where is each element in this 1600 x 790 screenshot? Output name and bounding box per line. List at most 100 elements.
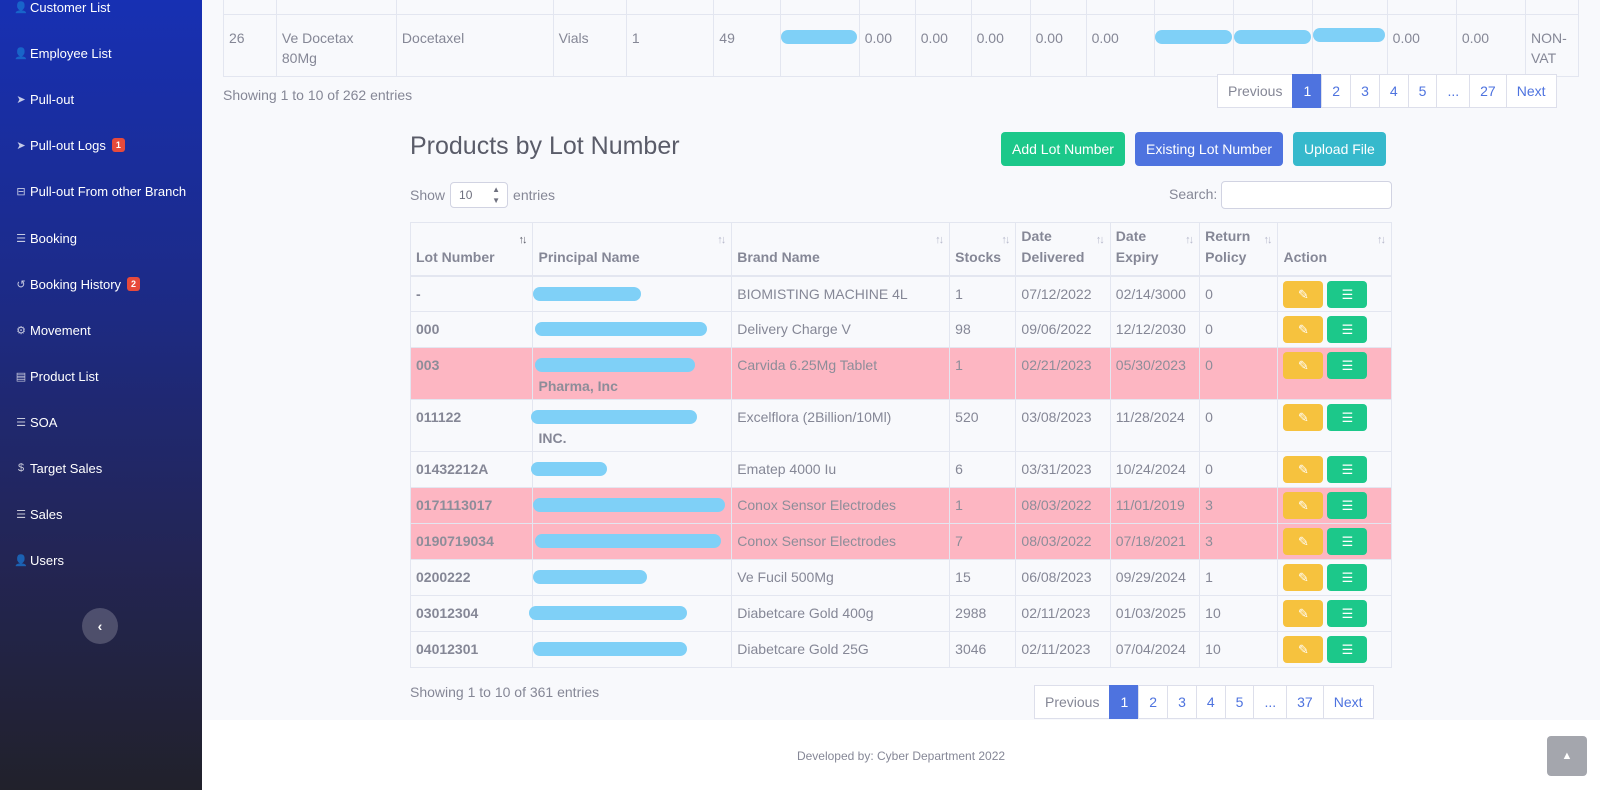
return-policy: 0 (1199, 451, 1279, 488)
scroll-to-top-button[interactable]: ▲ (1547, 736, 1587, 776)
pagination-page[interactable]: ... (1253, 685, 1288, 719)
column-header-brand-name[interactable]: Brand Name ↑↓ (731, 222, 951, 277)
sidebar-item-product-list[interactable]: ▤ Product List (14, 366, 99, 386)
sidebar-item-pull-out-logs[interactable]: ➤ Pull-out Logs 1 (14, 135, 125, 155)
products-table: 26 Ve Docetax 80Mg Docetaxel Vials 1 49 … (223, 0, 1579, 77)
pagination-page[interactable]: 2 (1321, 74, 1352, 108)
amount-cell: 0.00 (914, 14, 972, 77)
generic-name: Docetaxel (395, 14, 554, 77)
redaction-mark (781, 30, 858, 45)
edit-button[interactable]: ✎ (1283, 456, 1324, 483)
redaction-mark (535, 358, 696, 373)
user-icon: 👤 (14, 1, 28, 14)
footer: Developed by: Cyber Department 2022 (202, 720, 1600, 790)
amount-cell: 0.00 (1455, 14, 1527, 77)
details-button[interactable]: ☰ (1327, 492, 1368, 519)
sidebar-item-target-sales[interactable]: $ Target Sales (14, 458, 102, 478)
pagination-page[interactable]: 2 (1138, 685, 1169, 719)
sidebar-item-pull-out-from-other-branch[interactable]: ⊟ Pull-out From other Branch (14, 181, 186, 201)
row-actions: ✎ ☰ (1277, 275, 1392, 312)
sidebar-item-label: Pull-out Logs (30, 137, 106, 153)
edit-button[interactable]: ✎ (1283, 636, 1324, 663)
edit-icon: ✎ (1298, 358, 1309, 373)
column-header-return-policy[interactable]: Return Policy ↑↓ (1199, 222, 1279, 277)
pagination-next[interactable]: Next (1322, 685, 1374, 719)
sidebar-item-sales[interactable]: ☰ Sales (14, 504, 62, 524)
pagination-page[interactable]: 4 (1195, 685, 1226, 719)
edit-button[interactable]: ✎ (1283, 492, 1324, 519)
details-button[interactable]: ☰ (1327, 564, 1368, 591)
details-button[interactable]: ☰ (1327, 316, 1368, 343)
upload-file-button[interactable]: Upload File (1293, 132, 1386, 166)
row-number: 26 (223, 14, 277, 77)
details-button[interactable]: ☰ (1327, 280, 1368, 308)
sidebar-item-label: Booking History (30, 276, 122, 292)
edit-button[interactable]: ✎ (1283, 404, 1324, 431)
table-row: 03012304 Diabetcare Gold 400g 2988 02/11/20… (409, 595, 1392, 632)
lot-number: 003 (409, 347, 534, 400)
page-length-select[interactable]: 10 ▲ ▼ (450, 182, 509, 208)
row-actions: ✎ ☰ (1277, 399, 1392, 452)
column-header-lot-number[interactable]: Lot Number ↑↓ (409, 222, 534, 277)
sidebar-item-soa[interactable]: ☰ SOA (14, 412, 57, 432)
pagination-page[interactable]: 27 (1469, 74, 1507, 108)
sort-icon: ↑↓ (935, 234, 944, 246)
sidebar-item-users[interactable]: 👤 Users (14, 550, 64, 570)
pagination-page[interactable]: 1 (1292, 74, 1323, 108)
edit-icon: ✎ (1298, 642, 1309, 657)
row-actions: ✎ ☰ (1277, 559, 1392, 596)
principal-name (532, 559, 733, 596)
principal-name (531, 451, 733, 488)
column-header-principal-name[interactable]: Principal Name ↑↓ (532, 222, 733, 277)
add-lot-number-button[interactable]: Add Lot Number (1001, 132, 1125, 166)
existing-lot-number-button[interactable]: Existing Lot Number (1135, 132, 1284, 166)
show-label: Show (410, 187, 446, 203)
pagination-page[interactable]: 3 (1350, 74, 1380, 108)
sidebar-item-booking[interactable]: ☰ Booking (14, 228, 77, 248)
details-button[interactable]: ☰ (1327, 352, 1368, 379)
footer-text: Developed by: Cyber Department 2022 (796, 749, 1006, 763)
pagination-page[interactable]: 5 (1224, 685, 1255, 719)
pagination-page[interactable]: 37 (1286, 685, 1324, 719)
edit-button[interactable]: ✎ (1283, 564, 1324, 591)
details-button[interactable]: ☰ (1327, 636, 1368, 663)
sidebar-item-booking-history[interactable]: ↺ Booking History 2 (14, 274, 141, 294)
return-policy: 10 (1199, 631, 1279, 668)
edit-button[interactable]: ✎ (1283, 352, 1324, 379)
unit: Vials (552, 14, 627, 77)
list-icon: ☰ (1341, 286, 1354, 302)
column-header-stocks[interactable]: Stocks ↑↓ (949, 222, 1017, 277)
pagination-page[interactable]: ... (1436, 74, 1471, 108)
pagination-next[interactable]: Next (1505, 74, 1557, 108)
lot-number: - (409, 275, 534, 312)
details-button[interactable]: ☰ (1327, 600, 1368, 627)
sidebar-item-movement[interactable]: ⚙ Movement (14, 320, 91, 340)
sidebar-item-label: Customer List (30, 0, 111, 15)
details-button[interactable]: ☰ (1327, 528, 1368, 555)
date-expiry: 05/30/2023 (1109, 347, 1201, 400)
pagination-page[interactable]: 5 (1407, 74, 1438, 108)
edit-button[interactable]: ✎ (1283, 528, 1324, 555)
pagination-previous[interactable]: Previous (1217, 74, 1294, 108)
pagination-page[interactable]: 3 (1167, 685, 1197, 719)
sidebar-toggle-button[interactable]: ‹ (82, 608, 118, 644)
pagination-previous[interactable]: Previous (1034, 685, 1111, 719)
sidebar-item-customer-list[interactable]: 👤 Customer List (14, 0, 110, 17)
edit-button[interactable]: ✎ (1283, 316, 1324, 343)
sidebar-item-pull-out[interactable]: ➤ Pull-out (14, 89, 74, 109)
column-header-action[interactable]: Action ↑↓ (1277, 222, 1392, 277)
row-actions: ✎ ☰ (1277, 451, 1392, 488)
sidebar-item-employee-list[interactable]: 👤 Employee List (14, 43, 112, 63)
pagination-page[interactable]: 4 (1378, 74, 1409, 108)
redaction-mark (535, 534, 722, 549)
details-button[interactable]: ☰ (1327, 404, 1368, 431)
edit-button[interactable]: ✎ (1283, 600, 1324, 627)
details-button[interactable]: ☰ (1327, 456, 1368, 483)
pagination-page[interactable]: 1 (1109, 685, 1140, 719)
edit-button[interactable]: ✎ (1283, 280, 1324, 308)
column-header-date-expiry[interactable]: Date Expiry ↑↓ (1109, 222, 1201, 277)
column-header-date-delivered[interactable]: Date Delivered ↑↓ (1015, 222, 1111, 277)
row-actions: ✎ ☰ (1277, 487, 1392, 524)
search-input[interactable] (1221, 181, 1392, 209)
redacted-cell (1153, 14, 1235, 77)
